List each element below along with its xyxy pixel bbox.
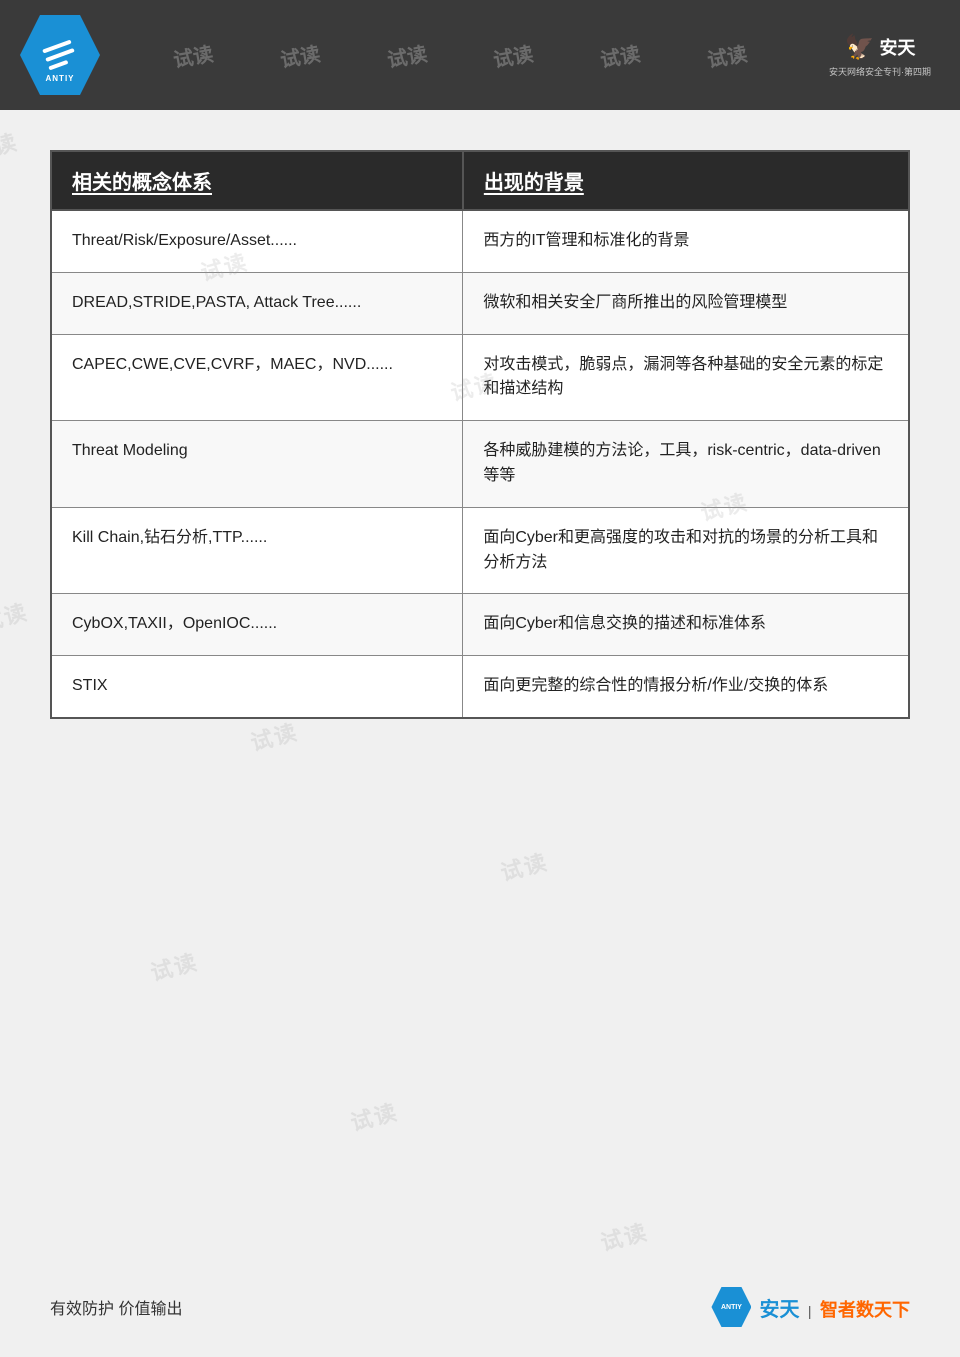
table-cell-concept-4: Kill Chain,钻石分析,TTP...... — [51, 507, 463, 594]
table-cell-background-0: 西方的IT管理和标准化的背景 — [463, 210, 909, 272]
logo-graphic — [42, 40, 78, 71]
header-wm-5: 试读 — [598, 37, 642, 73]
table-cell-concept-5: CybOX,TAXII，OpenIOC...... — [51, 594, 463, 656]
table-cell-concept-2: CAPEC,CWE,CVE,CVRF，MAEC，NVD...... — [51, 334, 463, 421]
table-row: Threat/Risk/Exposure/Asset......西方的IT管理和… — [51, 210, 909, 272]
antiy-subtitle: 安天网络安全专刊·第四期 — [829, 65, 931, 78]
wm-10: 试读 — [597, 1214, 652, 1257]
header-wm-6: 试读 — [704, 37, 748, 73]
main-content: 相关的概念体系 出现的背景 Threat/Risk/Exposure/Asset… — [0, 110, 960, 759]
header-wm-3: 试读 — [384, 37, 428, 73]
footer-separator: | — [808, 1303, 812, 1319]
table-cell-background-1: 微软和相关安全厂商所推出的风险管理模型 — [463, 272, 909, 334]
antiy-logo-group: 🦅 安天 — [845, 33, 916, 62]
header-watermarks: 试读 试读 试读 试读 试读 试读 — [100, 41, 820, 70]
footer-slogan: 有效防护 价值输出 — [50, 1295, 182, 1319]
footer-brand-container: 安天 | 智者数天下 — [759, 1293, 910, 1322]
table-cell-background-4: 面向Cyber和更高强度的攻击和对抗的场景的分析工具和分析方法 — [463, 507, 909, 594]
table-cell-background-5: 面向Cyber和信息交换的描述和标准体系 — [463, 594, 909, 656]
table-cell-concept-1: DREAD,STRIDE,PASTA, Attack Tree...... — [51, 272, 463, 334]
footer: 有效防护 价值输出 ANTIY 安天 | 智者数天下 — [0, 1287, 960, 1327]
table-row: DREAD,STRIDE,PASTA, Attack Tree......微软和… — [51, 272, 909, 334]
antiy-bird-icon: 🦅 — [845, 33, 875, 62]
antiy-brand-name: 安天 — [879, 34, 915, 60]
wm-7: 试读 — [497, 844, 552, 887]
header-right-logo: 🦅 安天 安天网络安全专刊·第四期 — [820, 20, 940, 90]
footer-brand-line: 安天 | 智者数天下 — [759, 1293, 910, 1322]
table-row: STIX面向更完整的综合性的情报分析/作业/交换的体系 — [51, 656, 909, 718]
table-cell-concept-6: STIX — [51, 656, 463, 718]
header-logo: ANTIY — [20, 15, 100, 95]
header-wm-4: 试读 — [491, 37, 535, 73]
footer-logo-icon: ANTIY — [711, 1287, 751, 1327]
col-header-background: 出现的背景 — [463, 151, 909, 210]
footer-brand-sub: 智者数天下 — [820, 1300, 910, 1320]
header: ANTIY 试读 试读 试读 试读 试读 试读 🦅 安天 安天网络安全专刊·第四… — [0, 0, 960, 110]
table-cell-background-3: 各种威胁建模的方法论，工具，risk-centric，data-driven等等 — [463, 421, 909, 508]
table-row: Kill Chain,钻石分析,TTP......面向Cyber和更高强度的攻击… — [51, 507, 909, 594]
table-cell-background-6: 面向更完整的综合性的情报分析/作业/交换的体系 — [463, 656, 909, 718]
table-row: CybOX,TAXII，OpenIOC......面向Cyber和信息交换的描述… — [51, 594, 909, 656]
logo-line-3 — [48, 60, 68, 71]
table-header-row: 相关的概念体系 出现的背景 — [51, 151, 909, 210]
footer-logo-group: ANTIY 安天 | 智者数天下 — [711, 1287, 910, 1327]
wm-9: 试读 — [347, 1094, 402, 1137]
table-row: CAPEC,CWE,CVE,CVRF，MAEC，NVD......对攻击模式，脆… — [51, 334, 909, 421]
table-row: Threat Modeling各种威胁建模的方法论，工具，risk-centri… — [51, 421, 909, 508]
table-cell-background-2: 对攻击模式，脆弱点，漏洞等各种基础的安全元素的标定和描述结构 — [463, 334, 909, 421]
table-cell-concept-0: Threat/Risk/Exposure/Asset...... — [51, 210, 463, 272]
header-wm-1: 试读 — [171, 37, 215, 73]
wm-8: 试读 — [147, 944, 202, 987]
header-wm-2: 试读 — [278, 37, 322, 73]
concepts-table: 相关的概念体系 出现的背景 Threat/Risk/Exposure/Asset… — [50, 150, 910, 719]
logo-text: ANTIY — [46, 74, 75, 83]
footer-logo-text: ANTIY — [721, 1304, 742, 1311]
table-cell-concept-3: Threat Modeling — [51, 421, 463, 508]
col-header-concepts: 相关的概念体系 — [51, 151, 463, 210]
footer-brand-cn: 安天 — [759, 1299, 799, 1321]
